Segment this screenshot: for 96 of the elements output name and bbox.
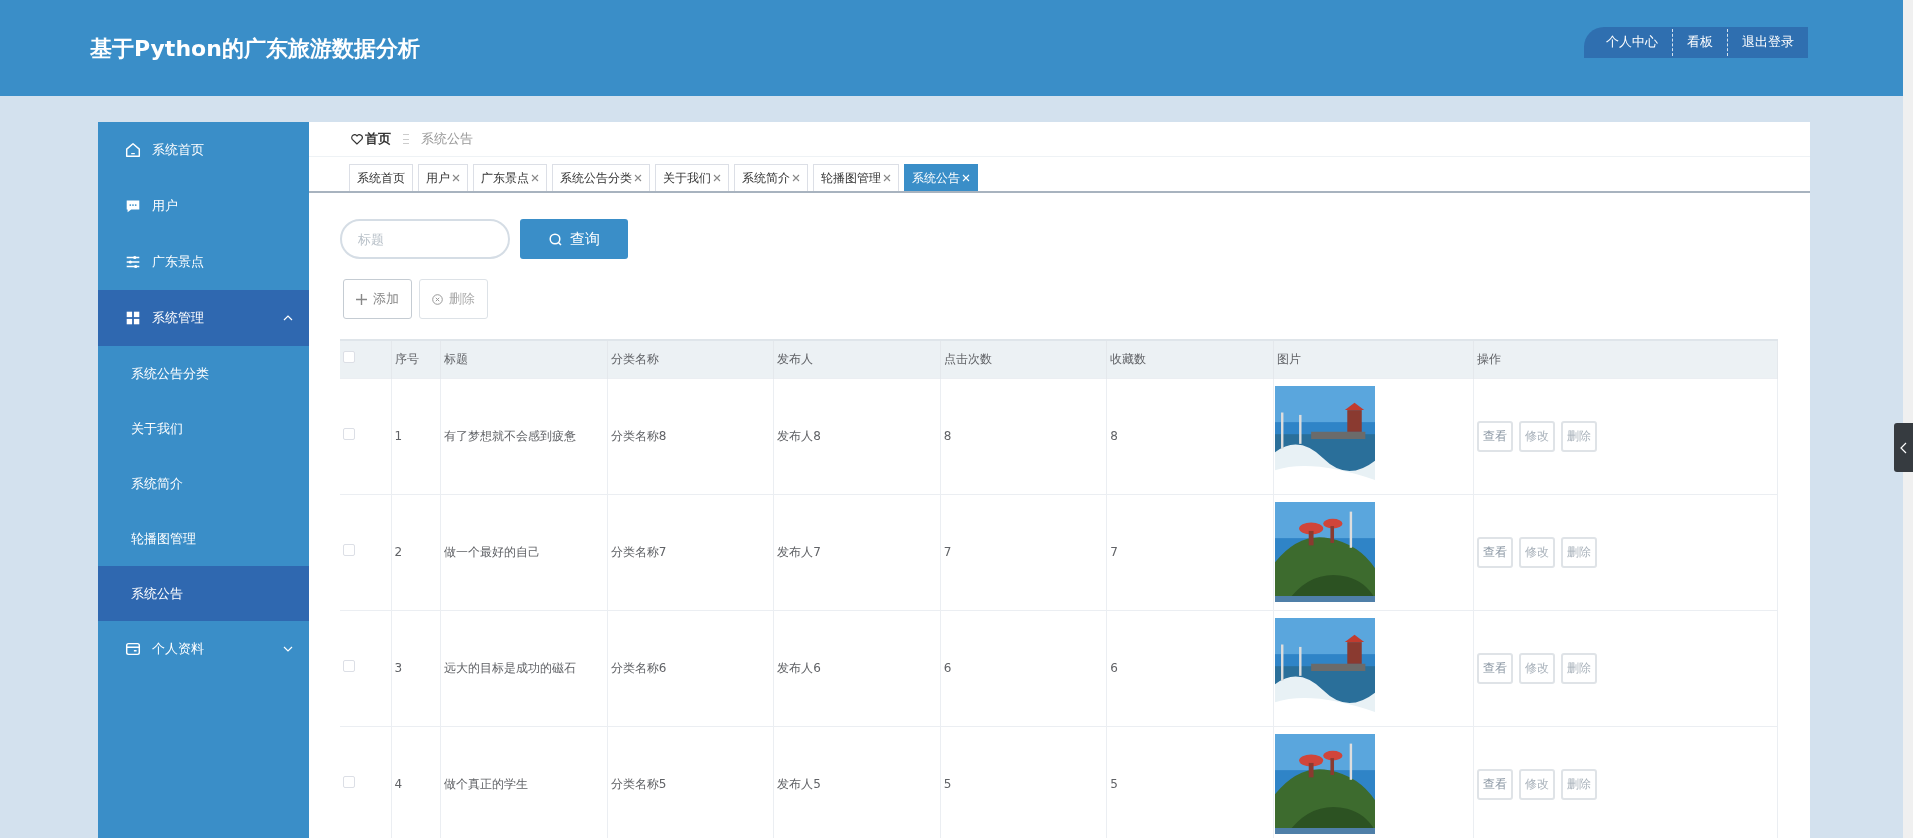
table-cell: 3 (394, 661, 403, 675)
column-header: 分类名称 (610, 352, 659, 367)
table-cell: 5 (1110, 777, 1118, 792)
column-header: 发布人 (777, 352, 814, 367)
header-link[interactable]: 看板 (1673, 32, 1727, 52)
table-cell: 8 (1110, 429, 1118, 443)
table-cell: 做个真正的学生 (444, 777, 529, 792)
sidebar-subitem[interactable]: 系统公告分类 (98, 346, 309, 401)
delete-button[interactable]: 删除 (1561, 536, 1598, 568)
chevron-left-icon (1900, 441, 1907, 454)
view-button[interactable]: 查看 (1477, 768, 1514, 800)
sidebar-subitem[interactable]: 系统公告 (98, 566, 309, 621)
collapse-handle[interactable] (1894, 423, 1913, 472)
delete-button[interactable]: 删除 (419, 279, 488, 319)
close-icon[interactable] (531, 174, 539, 182)
delete-button[interactable]: 删除 (1561, 420, 1598, 452)
column-header: 图片 (1276, 352, 1301, 367)
breadcrumb-separator (403, 134, 409, 144)
grid-icon (124, 309, 142, 327)
view-button[interactable]: 查看 (1477, 652, 1514, 684)
view-button[interactable]: 查看 (1477, 420, 1514, 452)
page-tab[interactable]: 用户 (418, 164, 468, 191)
column-header: 收藏数 (1110, 352, 1147, 367)
checkbox[interactable] (343, 428, 355, 440)
breadcrumb-home-link[interactable]: 首页 (351, 129, 391, 149)
sliders-icon (124, 253, 142, 271)
sidebar-subitem[interactable]: 关于我们 (98, 401, 309, 456)
breadcrumb-text: 系统公告 (421, 130, 473, 149)
page-tab[interactable]: 系统首页 (349, 164, 413, 191)
home-icon (124, 141, 142, 159)
table-cell: 7 (943, 545, 952, 559)
table-cell: 做一个最好的自己 (444, 545, 541, 559)
sidebar-subitem[interactable]: 轮播图管理 (98, 511, 309, 566)
column-header: 操作 (1477, 352, 1502, 367)
view-button[interactable]: 查看 (1477, 536, 1514, 568)
close-icon[interactable] (713, 174, 721, 182)
table-cell: 1 (394, 429, 403, 443)
delete-button[interactable]: 删除 (1561, 768, 1598, 800)
column-header: 标题 (444, 352, 469, 367)
heart-icon (351, 133, 363, 145)
column-header: 序号 (394, 352, 419, 367)
table-cell: 发布人6 (777, 661, 821, 675)
header-link[interactable]: 个人中心 (1592, 32, 1672, 52)
delete-button[interactable]: 删除 (1561, 652, 1598, 684)
table-cell: 6 (943, 661, 952, 675)
search-field[interactable]: 标题 (340, 219, 510, 259)
table-cell: 分类名称8 (610, 429, 667, 443)
add-button[interactable]: 添加 (343, 279, 412, 319)
edit-button[interactable]: 修改 (1519, 768, 1556, 800)
table-cell: 4 (394, 777, 403, 792)
checkbox[interactable] (343, 660, 355, 672)
page-tab[interactable]: 广东景点 (473, 164, 547, 191)
checkbox[interactable] (343, 351, 355, 364)
sidebar-item[interactable]: 个人资料 (98, 621, 309, 677)
table-cell: 远大的目标是成功的磁石 (444, 661, 577, 675)
sidebar-item[interactable]: 系统首页 (98, 122, 309, 178)
search-icon (548, 232, 562, 246)
card-icon (124, 640, 142, 658)
checkbox[interactable] (343, 544, 355, 556)
table-cell: 5 (943, 777, 952, 792)
sidebar-item[interactable]: 用户 (98, 178, 309, 234)
chevron-up-icon (283, 315, 293, 321)
table-cell: 发布人5 (777, 777, 821, 792)
close-icon[interactable] (792, 174, 800, 182)
table-cell: 发布人7 (777, 545, 821, 559)
close-icon[interactable] (452, 174, 460, 182)
app-title: 基于Python的广东旅游数据分析 (90, 34, 420, 63)
page-tab[interactable]: 系统简介 (734, 164, 808, 191)
edit-button[interactable]: 修改 (1519, 652, 1556, 684)
checkbox[interactable] (343, 776, 355, 789)
table-cell: 6 (1110, 661, 1118, 675)
close-icon[interactable] (634, 174, 642, 182)
table-cell: 7 (1110, 545, 1118, 559)
chevron-down-icon (283, 646, 293, 652)
page-tab[interactable]: 轮播图管理 (813, 164, 899, 191)
sidebar-item[interactable]: 系统管理 (98, 290, 309, 346)
edit-button[interactable]: 修改 (1519, 536, 1556, 568)
close-circle-icon (432, 293, 443, 305)
column-header: 点击次数 (943, 352, 992, 367)
edit-button[interactable]: 修改 (1519, 420, 1556, 452)
page-tab[interactable]: 系统公告分类 (552, 164, 650, 191)
close-icon[interactable] (883, 174, 891, 182)
header-link[interactable]: 退出登录 (1728, 32, 1808, 52)
sidebar-item[interactable]: 广东景点 (98, 234, 309, 290)
plus-icon (356, 293, 367, 305)
table-cell: 有了梦想就不会感到疲惫 (444, 429, 577, 443)
table-cell: 分类名称7 (610, 545, 667, 559)
sidebar-subitem[interactable]: 系统简介 (98, 456, 309, 511)
table-cell: 分类名称6 (610, 661, 667, 675)
table-cell: 8 (943, 429, 952, 443)
table-cell: 2 (394, 545, 403, 559)
page-tab[interactable]: 系统公告 (904, 164, 978, 191)
search-button[interactable]: 查询 (520, 219, 628, 259)
table-cell: 发布人8 (777, 429, 821, 443)
table-cell: 分类名称5 (610, 777, 667, 792)
page-tab[interactable]: 关于我们 (655, 164, 729, 191)
